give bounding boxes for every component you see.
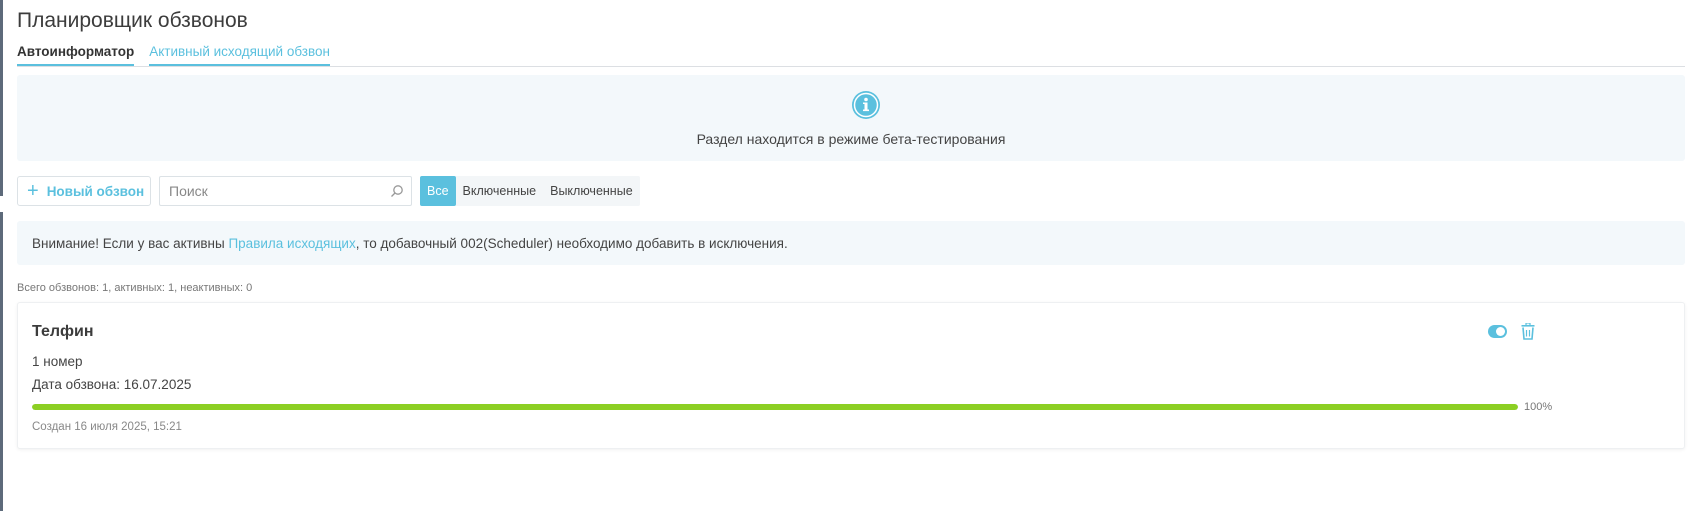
- left-edge-bar-lower: [0, 212, 3, 511]
- filter-disabled[interactable]: Выключенные: [543, 176, 640, 206]
- plus-icon: +: [27, 180, 39, 202]
- filter-enabled[interactable]: Включенные: [456, 176, 544, 206]
- outbound-rules-link[interactable]: Правила исходящих: [228, 236, 355, 251]
- campaign-created: Создан 16 июля 2025, 15:21: [32, 421, 182, 433]
- search-icon[interactable]: [390, 184, 404, 198]
- new-campaign-label: Новый обзвон: [46, 183, 145, 199]
- campaign-card: Телфин 1 номер Дата обзвона: 16.07.2025 …: [17, 302, 1685, 449]
- campaign-summary: Всего обзвонов: 1, активных: 1, неактивн…: [17, 282, 253, 294]
- campaign-progress-fill: [32, 404, 1518, 410]
- beta-notice: Раздел находится в режиме бета-тестирова…: [17, 75, 1685, 161]
- campaign-toggle[interactable]: [1488, 325, 1507, 338]
- tab-autoinformer[interactable]: Автоинформатор: [17, 42, 135, 66]
- warning-notice: Внимание! Если у вас активны Правила исх…: [17, 221, 1685, 265]
- new-campaign-button[interactable]: + Новый обзвон: [17, 176, 151, 206]
- toggle-knob: [1496, 327, 1505, 336]
- page-title: Планировщик обзвонов: [17, 9, 248, 32]
- search-box: [159, 176, 412, 206]
- campaign-progress-bar: [32, 404, 1518, 410]
- info-icon: [852, 91, 880, 119]
- tab-active-outbound[interactable]: Активный исходящий обзвон: [149, 42, 330, 66]
- warning-suffix: , то добавочный 002(Scheduler) необходим…: [355, 236, 788, 251]
- tab-bar: Автоинформатор Активный исходящий обзвон: [17, 42, 1685, 67]
- campaign-date: Дата обзвона: 16.07.2025: [32, 377, 192, 392]
- left-edge-bar: [0, 0, 3, 196]
- toolbar: + Новый обзвон Все Включенные Выключенны…: [17, 176, 640, 206]
- status-filter: Все Включенные Выключенные: [420, 176, 640, 206]
- campaign-progress-label: 100%: [1524, 401, 1553, 413]
- warning-prefix: Внимание! Если у вас активны: [32, 236, 229, 251]
- beta-notice-text: Раздел находится в режиме бета-тестирова…: [696, 131, 1006, 147]
- search-input[interactable]: [160, 177, 411, 205]
- campaign-title: Телфин: [32, 323, 94, 340]
- campaign-numbers: 1 номер: [32, 354, 83, 369]
- filter-all[interactable]: Все: [420, 176, 456, 206]
- trash-icon[interactable]: [1521, 323, 1535, 340]
